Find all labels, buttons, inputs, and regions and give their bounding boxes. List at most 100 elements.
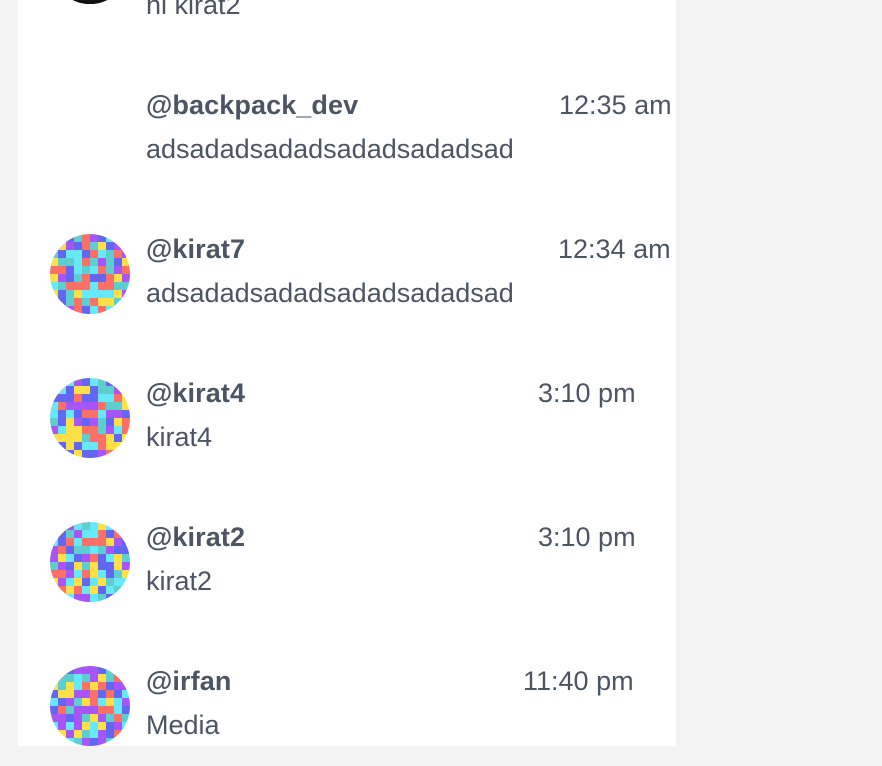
avatar-pixel: [114, 242, 122, 250]
message-username[interactable]: @kirat2: [146, 522, 245, 553]
message-username[interactable]: @irfan: [146, 666, 231, 697]
avatar-pixel: [114, 714, 122, 722]
avatar-pixel: [90, 706, 98, 714]
avatar-pixel: [74, 714, 82, 722]
avatar-pixel: [58, 690, 66, 698]
avatar-pixel: [106, 578, 114, 586]
avatar-pixel: [58, 554, 66, 562]
avatar-pixel: [50, 546, 58, 554]
avatar-pixel: [74, 546, 82, 554]
message-username[interactable]: @backpack_dev: [146, 90, 358, 121]
avatar-pixel: [74, 242, 82, 250]
avatar-pixel: [74, 442, 82, 450]
message-item[interactable]: @backpack_dev 12:35 am adsadadsadadsadad…: [18, 90, 698, 190]
avatar-pixel: [82, 738, 90, 746]
pixel-avatar[interactable]: [50, 234, 130, 314]
avatar-pixel: [82, 266, 90, 274]
avatar-pixel: [98, 594, 106, 602]
avatar-pixel: [82, 290, 90, 298]
avatar-pixel: [114, 450, 122, 458]
avatar-pixel: [122, 666, 130, 674]
avatar-pixel: [90, 234, 98, 242]
default-avatar-icon: [50, 0, 130, 4]
avatar-pixel: [74, 282, 82, 290]
message-text: kirat2: [146, 566, 213, 596]
avatar-pixel: [90, 722, 98, 730]
avatar-pixel: [50, 394, 58, 402]
avatar-pixel: [106, 690, 114, 698]
pixel-avatar[interactable]: [50, 378, 130, 458]
avatar-pixel: [114, 690, 122, 698]
avatar-pixel: [106, 282, 114, 290]
message-item[interactable]: hi kirat2: [18, 0, 698, 24]
avatar-pixel: [90, 554, 98, 562]
avatar-pixel: [82, 450, 90, 458]
avatar-pixel: [98, 738, 106, 746]
avatar-pixel: [122, 394, 130, 402]
avatar-pixel: [58, 266, 66, 274]
message-item[interactable]: @kirat4 3:10 pm kirat4: [18, 378, 698, 478]
avatar-pixel: [122, 706, 130, 714]
avatar-pixel: [58, 698, 66, 706]
avatar-pixel: [122, 410, 130, 418]
avatar-pixel: [114, 298, 122, 306]
message-text: adsadadsadadsadadsadadsad: [146, 278, 514, 308]
avatar-pixel: [106, 722, 114, 730]
avatar-pixel: [98, 554, 106, 562]
avatar-pixel: [82, 522, 90, 530]
avatar-pixel: [122, 674, 130, 682]
avatar-pixel: [82, 682, 90, 690]
avatar-pixel: [114, 546, 122, 554]
avatar-pixel: [106, 530, 114, 538]
avatar-pixel: [106, 434, 114, 442]
avatar-pixel: [58, 682, 66, 690]
avatar-pixel: [106, 666, 114, 674]
avatar-pixel: [98, 666, 106, 674]
avatar-pixel: [66, 410, 74, 418]
avatar-pixel: [122, 434, 130, 442]
avatar-pixel: [58, 434, 66, 442]
avatar-pixel: [90, 242, 98, 250]
avatar-pixel: [90, 674, 98, 682]
avatar-pixel: [98, 450, 106, 458]
message-item[interactable]: @kirat7 12:34 am adsadadsadadsadadsadads…: [18, 234, 698, 334]
avatar-pixel: [58, 546, 66, 554]
message-username[interactable]: @kirat7: [146, 234, 245, 265]
avatar-pixel: [106, 234, 114, 242]
avatar-pixel: [74, 394, 82, 402]
avatar-pixel: [114, 570, 122, 578]
avatar-pixel: [114, 738, 122, 746]
avatar-pixel: [90, 530, 98, 538]
avatar-pixel: [82, 674, 90, 682]
avatar-pixel: [50, 530, 58, 538]
avatar-pixel: [90, 378, 98, 386]
avatar-pixel: [66, 554, 74, 562]
avatar-pixel: [98, 258, 106, 266]
avatar-pixel: [82, 298, 90, 306]
avatar-pixel: [114, 410, 122, 418]
pixel-avatar[interactable]: [50, 666, 130, 746]
message-item[interactable]: @irfan 11:40 pm Media: [18, 666, 698, 766]
avatar-pixel: [122, 714, 130, 722]
avatar-pixel: [122, 242, 130, 250]
avatar-pixel: [82, 706, 90, 714]
avatar-pixel: [74, 274, 82, 282]
pixel-avatar[interactable]: [50, 522, 130, 602]
avatar-pixel: [98, 290, 106, 298]
avatar-pixel: [82, 554, 90, 562]
message-item[interactable]: @kirat2 3:10 pm kirat2: [18, 522, 698, 622]
avatar-pixel: [66, 562, 74, 570]
avatar-pixel: [114, 282, 122, 290]
avatar-pixel: [58, 298, 66, 306]
avatar-pixel: [106, 306, 114, 314]
avatar-pixel: [98, 434, 106, 442]
avatar-pixel: [58, 274, 66, 282]
avatar-pixel: [58, 674, 66, 682]
avatar-pixel: [74, 266, 82, 274]
avatar-pixel: [82, 714, 90, 722]
avatar-pixel: [74, 418, 82, 426]
avatar-pixel: [98, 242, 106, 250]
message-username[interactable]: @kirat4: [146, 378, 245, 409]
avatar-pixel: [90, 714, 98, 722]
avatar-pixel: [82, 594, 90, 602]
